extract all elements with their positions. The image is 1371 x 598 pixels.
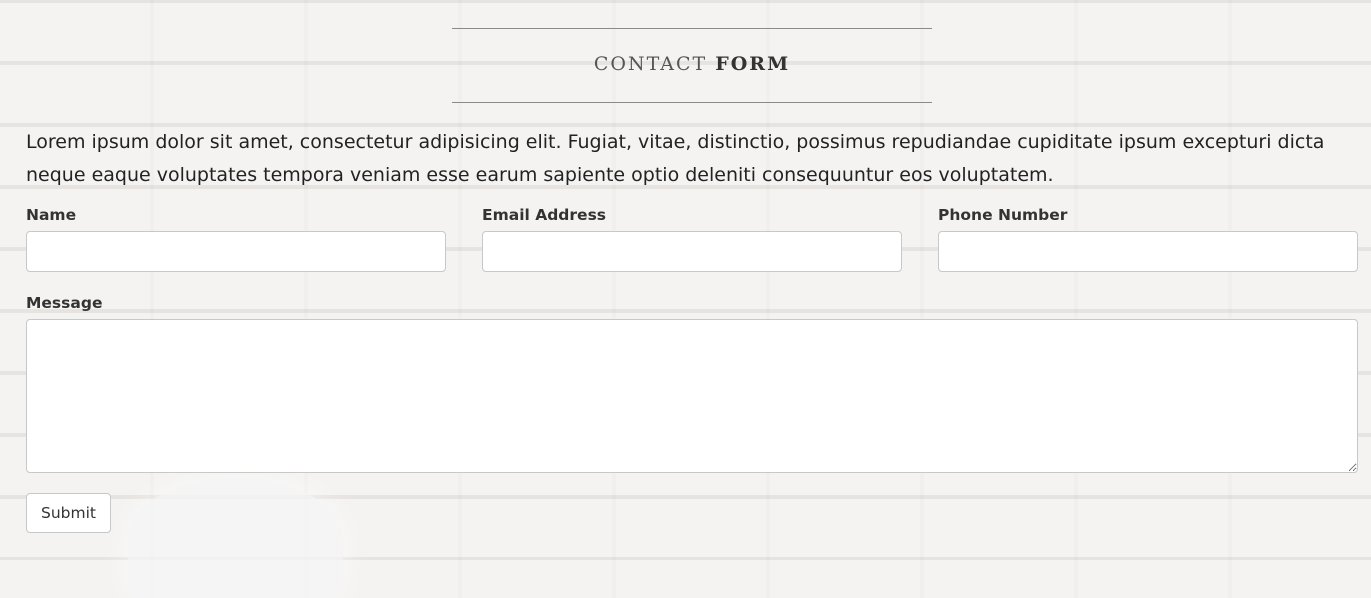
background-mug-image	[128, 478, 343, 598]
submit-button[interactable]: Submit	[26, 493, 111, 533]
message-label: Message	[26, 294, 103, 312]
phone-input[interactable]	[938, 231, 1358, 272]
name-field-group: Name	[26, 206, 446, 272]
message-textarea[interactable]	[26, 319, 1358, 473]
page-title-bold: FORM	[715, 53, 791, 75]
phone-field-group: Phone Number	[938, 206, 1358, 272]
name-label: Name	[26, 206, 77, 224]
message-field-group: Message	[26, 294, 1358, 477]
intro-paragraph: Lorem ipsum dolor sit amet, consectetur …	[26, 131, 1325, 186]
contact-form-heading: CONTACT FORM	[452, 28, 932, 103]
phone-label: Phone Number	[938, 206, 1068, 224]
page-title: CONTACT FORM	[452, 53, 932, 75]
page-title-light: CONTACT	[593, 53, 708, 75]
email-input[interactable]	[482, 231, 902, 272]
email-label: Email Address	[482, 206, 607, 224]
email-field-group: Email Address	[482, 206, 902, 272]
name-input[interactable]	[26, 231, 446, 272]
